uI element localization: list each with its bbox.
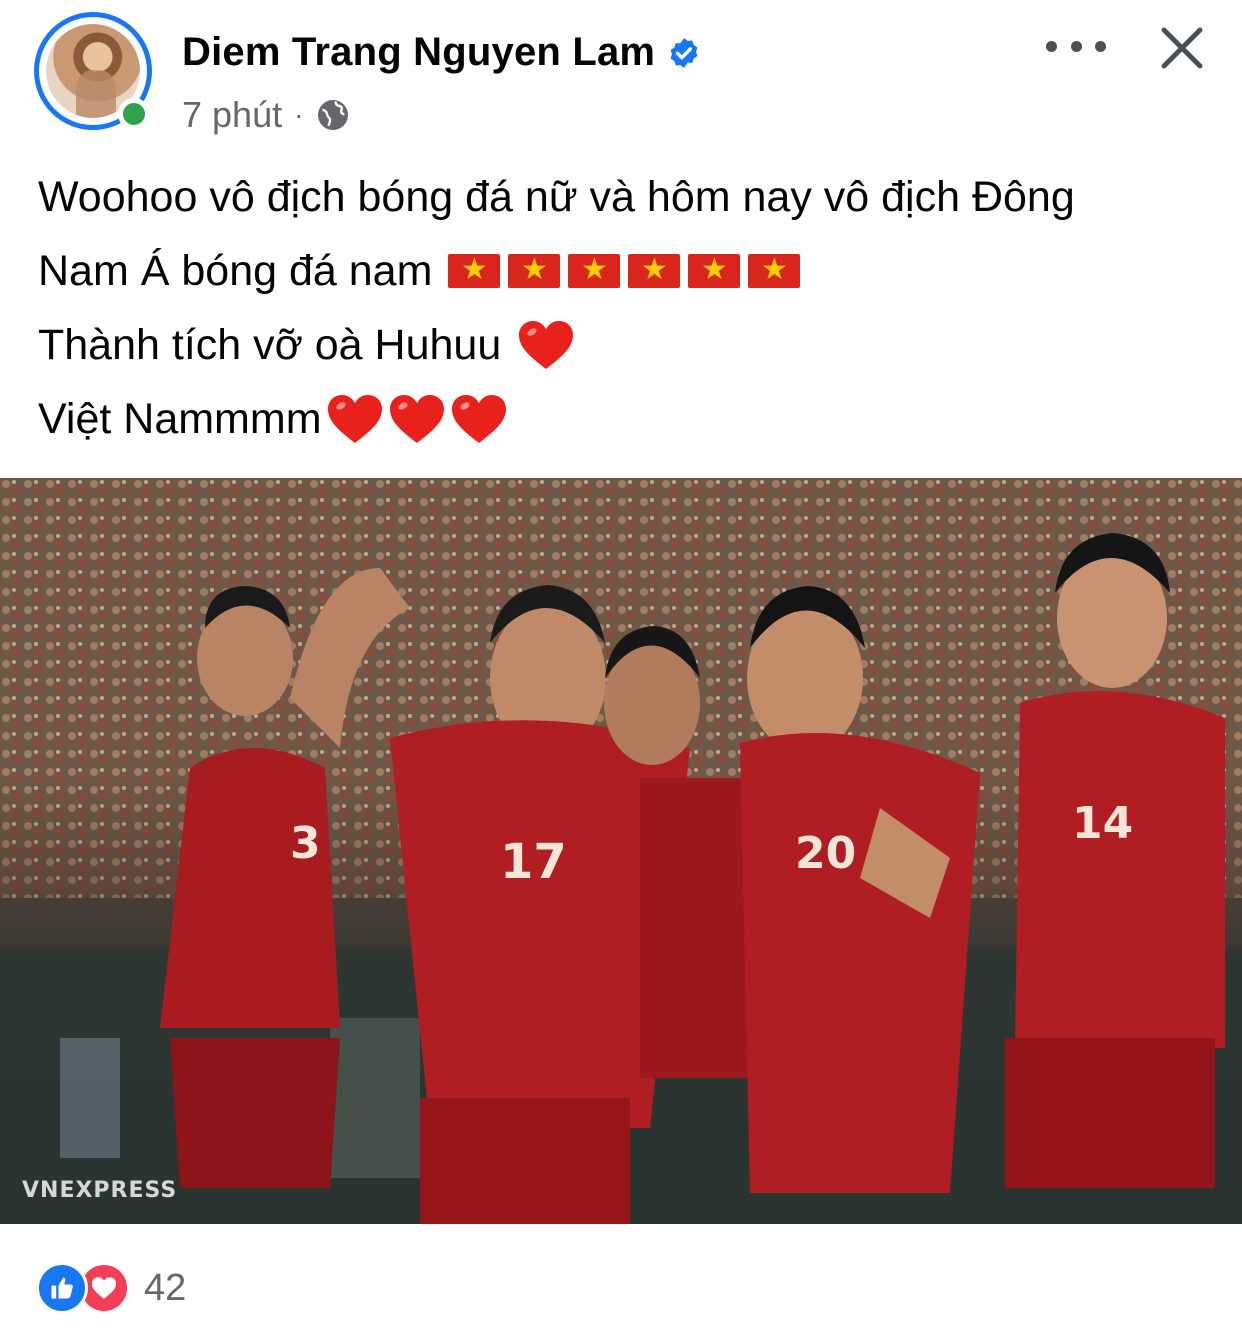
red-heart-icon [326,393,384,445]
post-line-text: Thành tích vỡ oà Huhuu [38,321,502,369]
vietnam-flag-icon [568,250,621,290]
vietnam-flag-icon [508,250,561,290]
jersey-number: 14 [1072,798,1133,849]
photo-illustration: 17 20 14 3 [0,478,1242,1224]
more-options-icon [1046,40,1057,52]
more-options-icon-dot [1070,40,1082,52]
vietnam-flag-icon [628,250,681,290]
vietnam-flag-icon [748,250,801,290]
jersey-number: 3 [290,818,321,869]
reaction-count[interactable]: 42 [144,1267,186,1310]
red-heart-icon [388,393,446,445]
post-line-text: Woohoo vô địch bóng đá nữ và hôm nay vô … [38,173,1075,221]
vietnam-flag-icon [688,250,741,290]
post-photo[interactable]: 17 20 14 3 VNEXPRESS [0,478,1242,1224]
like-reaction-icon [36,1262,88,1314]
more-options-icon-dot [1095,40,1106,52]
globe-icon [318,100,349,130]
post-line-4: Việt Nammmm [38,382,1218,456]
red-heart-icon [450,393,508,445]
image-watermark: VNEXPRESS [22,1178,178,1203]
post-line-text: Việt Nammmm [38,395,322,443]
jersey-number: 20 [795,828,856,879]
reactions-summary[interactable]: 42 [36,1262,186,1314]
vietnam-flag-icon [448,250,501,290]
jersey-number: 17 [500,834,567,890]
close-icon[interactable] [1156,22,1208,74]
post-time[interactable]: 7 phút [182,94,282,136]
post-header: Diem Trang Nguyen Lam 7 phút · [0,0,1242,150]
author-name[interactable]: Diem Trang Nguyen Lam [182,30,655,75]
post-line-2: Nam Á bóng đá nam [38,234,1218,308]
post-text: Woohoo vô địch bóng đá nữ và hôm nay vô … [38,160,1218,456]
post-line-1: Woohoo vô địch bóng đá nữ và hôm nay vô … [38,160,1218,234]
more-options-button[interactable] [1046,28,1106,64]
post-meta: 7 phút · [182,94,351,136]
author-row: Diem Trang Nguyen Lam [182,30,701,75]
online-status-indicator [118,98,150,130]
post-line-text: Nam Á bóng đá nam [38,247,433,295]
red-heart-icon [517,319,575,371]
post-line-3: Thành tích vỡ oà Huhuu [38,308,1218,382]
verified-badge-icon [670,37,698,68]
meta-separator: · [294,99,304,130]
